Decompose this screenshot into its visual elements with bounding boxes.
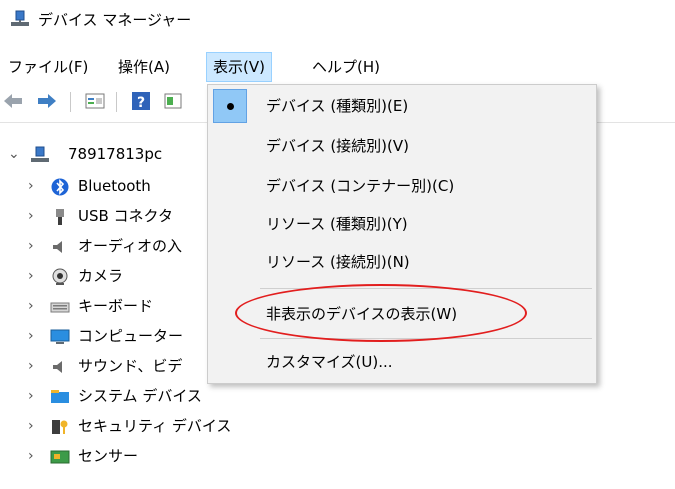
forward-arrow-icon[interactable] [36, 90, 58, 116]
computer-icon [50, 327, 70, 345]
audio-icon [50, 237, 70, 255]
menu-view[interactable]: 表示(V) [206, 52, 272, 82]
tree-item-label: センサー [78, 447, 139, 465]
title-bar: デバイス マネージャー [0, 0, 675, 38]
chevron-right-icon[interactable]: › [28, 262, 44, 290]
chevron-right-icon[interactable]: › [28, 202, 44, 230]
camera-icon [50, 267, 70, 285]
device-manager-icon [10, 10, 30, 28]
chevron-right-icon[interactable]: › [28, 232, 44, 260]
menu-action[interactable]: 操作(A) [112, 52, 176, 82]
menu-file[interactable]: ファイル(F) [2, 52, 94, 82]
keyboard-icon [50, 297, 70, 315]
toolbar-separator [116, 92, 117, 112]
chevron-right-icon[interactable]: › [28, 442, 44, 470]
sound-icon [50, 357, 70, 375]
chevron-right-icon[interactable]: › [28, 292, 44, 320]
bullet-icon [227, 103, 234, 110]
menu-bar: ファイル(F) 操作(A) 表示(V) ヘルプ(H) [0, 52, 675, 82]
menu-item-resources-by-connection[interactable]: リソース (接続別)(N) [208, 243, 596, 281]
menu-item-devices-by-container[interactable]: デバイス (コンテナー別)(C) [208, 167, 596, 205]
annotation-ellipse [235, 284, 527, 342]
menu-item-devices-by-connection[interactable]: デバイス (接続別)(V) [208, 127, 596, 165]
chevron-right-icon[interactable]: › [28, 382, 44, 410]
system-device-icon [50, 387, 70, 405]
tree-item-label: サウンド、ビデ [78, 357, 183, 375]
tree-item-label: USB コネクタ [78, 207, 173, 225]
tree-item-label: コンピューター [78, 327, 184, 345]
chevron-down-icon[interactable]: ⌄ [8, 140, 24, 168]
chevron-right-icon[interactable]: › [28, 172, 44, 200]
svg-text:?: ? [137, 95, 145, 111]
chevron-right-icon[interactable]: › [28, 352, 44, 380]
computer-root-icon [30, 145, 50, 163]
bluetooth-icon [50, 177, 70, 196]
chevron-right-icon[interactable]: › [28, 322, 44, 350]
tree-root-label: 78917813pc [68, 145, 163, 163]
help-icon[interactable]: ? [130, 90, 152, 116]
tree-item-label: セキュリティ デバイス [78, 417, 232, 435]
properties-icon[interactable] [84, 90, 106, 116]
window-title: デバイス マネージャー [38, 11, 192, 29]
tree-item-label: カメラ [78, 267, 124, 285]
checked-indicator [213, 89, 247, 123]
back-arrow-icon[interactable] [2, 90, 24, 116]
menu-item-devices-by-type[interactable]: デバイス (種類別)(E) [208, 87, 596, 125]
security-device-icon [50, 417, 70, 435]
tree-item-label: システム デバイス [78, 387, 202, 405]
sensor-icon [50, 447, 70, 465]
menu-help[interactable]: ヘルプ(H) [306, 52, 386, 82]
view-icon[interactable] [162, 90, 184, 116]
chevron-right-icon[interactable]: › [28, 412, 44, 440]
tree-item-label: オーディオの入 [78, 237, 182, 255]
toolbar-separator [70, 92, 71, 112]
tree-item-label: Bluetooth [78, 177, 151, 195]
tree-item-label: キーボード [78, 297, 154, 315]
menu-item-customize[interactable]: カスタマイズ(U)... [208, 343, 596, 381]
usb-connector-icon [50, 207, 70, 225]
menu-item-resources-by-type[interactable]: リソース (種類別)(Y) [208, 205, 596, 243]
